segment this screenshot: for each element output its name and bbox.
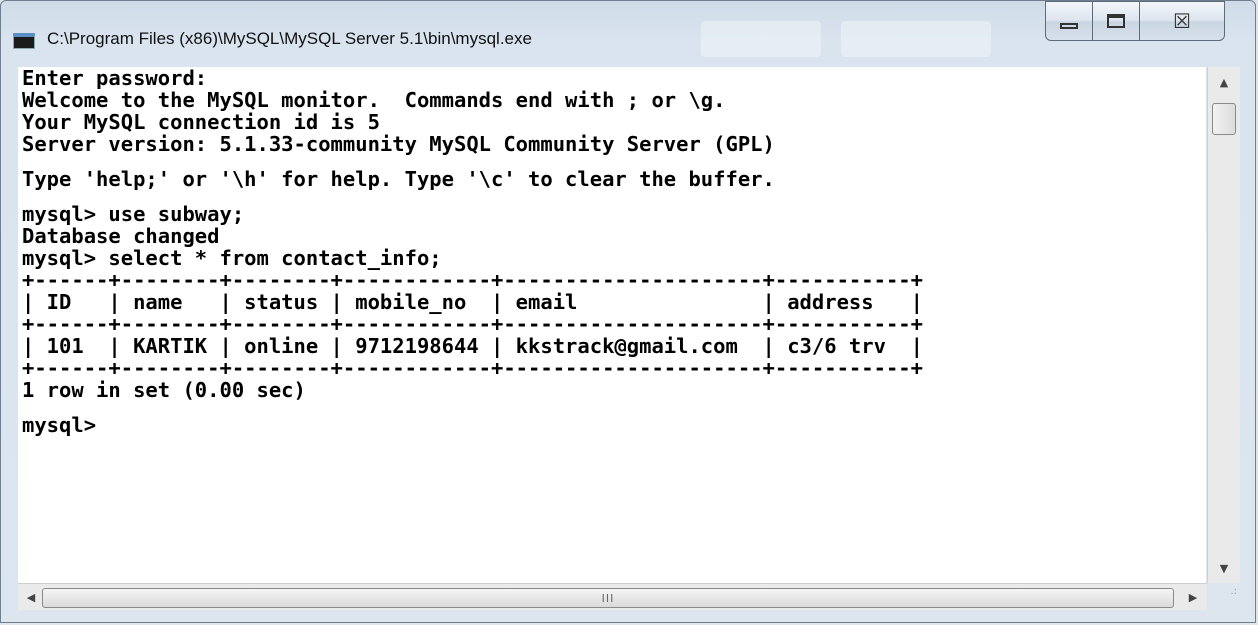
console-line: mysql> use subway;	[22, 202, 245, 226]
window-title: C:\Program Files (x86)\MySQL\MySQL Serve…	[47, 29, 532, 48]
console-line: Server version: 5.1.33-community MySQL C…	[22, 132, 775, 156]
close-button[interactable]: ☒	[1139, 1, 1225, 41]
horizontal-scroll-thumb[interactable]: III	[42, 588, 1174, 608]
maximize-button[interactable]	[1092, 1, 1140, 41]
console-line: | ID | name | status | mobile_no | email…	[22, 290, 923, 314]
console-window: C:\Program Files (x86)\MySQL\MySQL Serve…	[0, 0, 1256, 623]
console-line: Type 'help;' or '\h' for help. Type '\c'…	[22, 167, 775, 191]
title-bar[interactable]: C:\Program Files (x86)\MySQL\MySQL Serve…	[1, 1, 1255, 67]
console-line: +------+--------+--------+------------+-…	[22, 312, 923, 336]
close-icon: ☒	[1173, 9, 1191, 33]
background-window-ghost	[701, 21, 821, 57]
vertical-scrollbar[interactable]: ▲ ▼	[1207, 67, 1240, 583]
console-line: Enter password:	[22, 67, 208, 90]
console-text: Enter password: Welcome to the MySQL moni…	[18, 67, 1206, 436]
thumb-grip-icon: III	[601, 591, 615, 605]
console-output-area[interactable]: Enter password: Welcome to the MySQL moni…	[18, 67, 1206, 583]
size-grip-icon[interactable]: .:	[1209, 586, 1237, 608]
minimize-button[interactable]	[1045, 1, 1093, 41]
console-line: mysql> select * from contact_info;	[22, 246, 442, 270]
scroll-up-arrow-icon[interactable]: ▲	[1208, 71, 1240, 93]
background-window-ghost	[841, 21, 991, 57]
scroll-left-arrow-icon[interactable]: ◀	[20, 584, 42, 610]
console-line: mysql>	[22, 413, 97, 437]
console-line: +------+--------+--------+------------+-…	[22, 356, 923, 380]
maximize-icon	[1107, 14, 1125, 28]
console-line: +------+--------+--------+------------+-…	[22, 268, 923, 292]
scroll-down-arrow-icon[interactable]: ▼	[1208, 557, 1240, 579]
minimize-icon	[1060, 23, 1078, 29]
scroll-right-arrow-icon[interactable]: ▶	[1182, 584, 1204, 610]
console-app-icon[interactable]	[13, 33, 35, 49]
console-line: Welcome to the MySQL monitor. Commands e…	[22, 88, 726, 112]
vertical-scroll-thumb[interactable]	[1212, 103, 1236, 135]
horizontal-scrollbar[interactable]: ◀ III ▶	[18, 583, 1207, 610]
console-line: 1 row in set (0.00 sec)	[22, 378, 306, 402]
console-line: | 101 | KARTIK | online | 9712198644 | k…	[22, 334, 923, 358]
console-line: Your MySQL connection id is 5	[22, 110, 380, 134]
console-line: Database changed	[22, 224, 220, 248]
